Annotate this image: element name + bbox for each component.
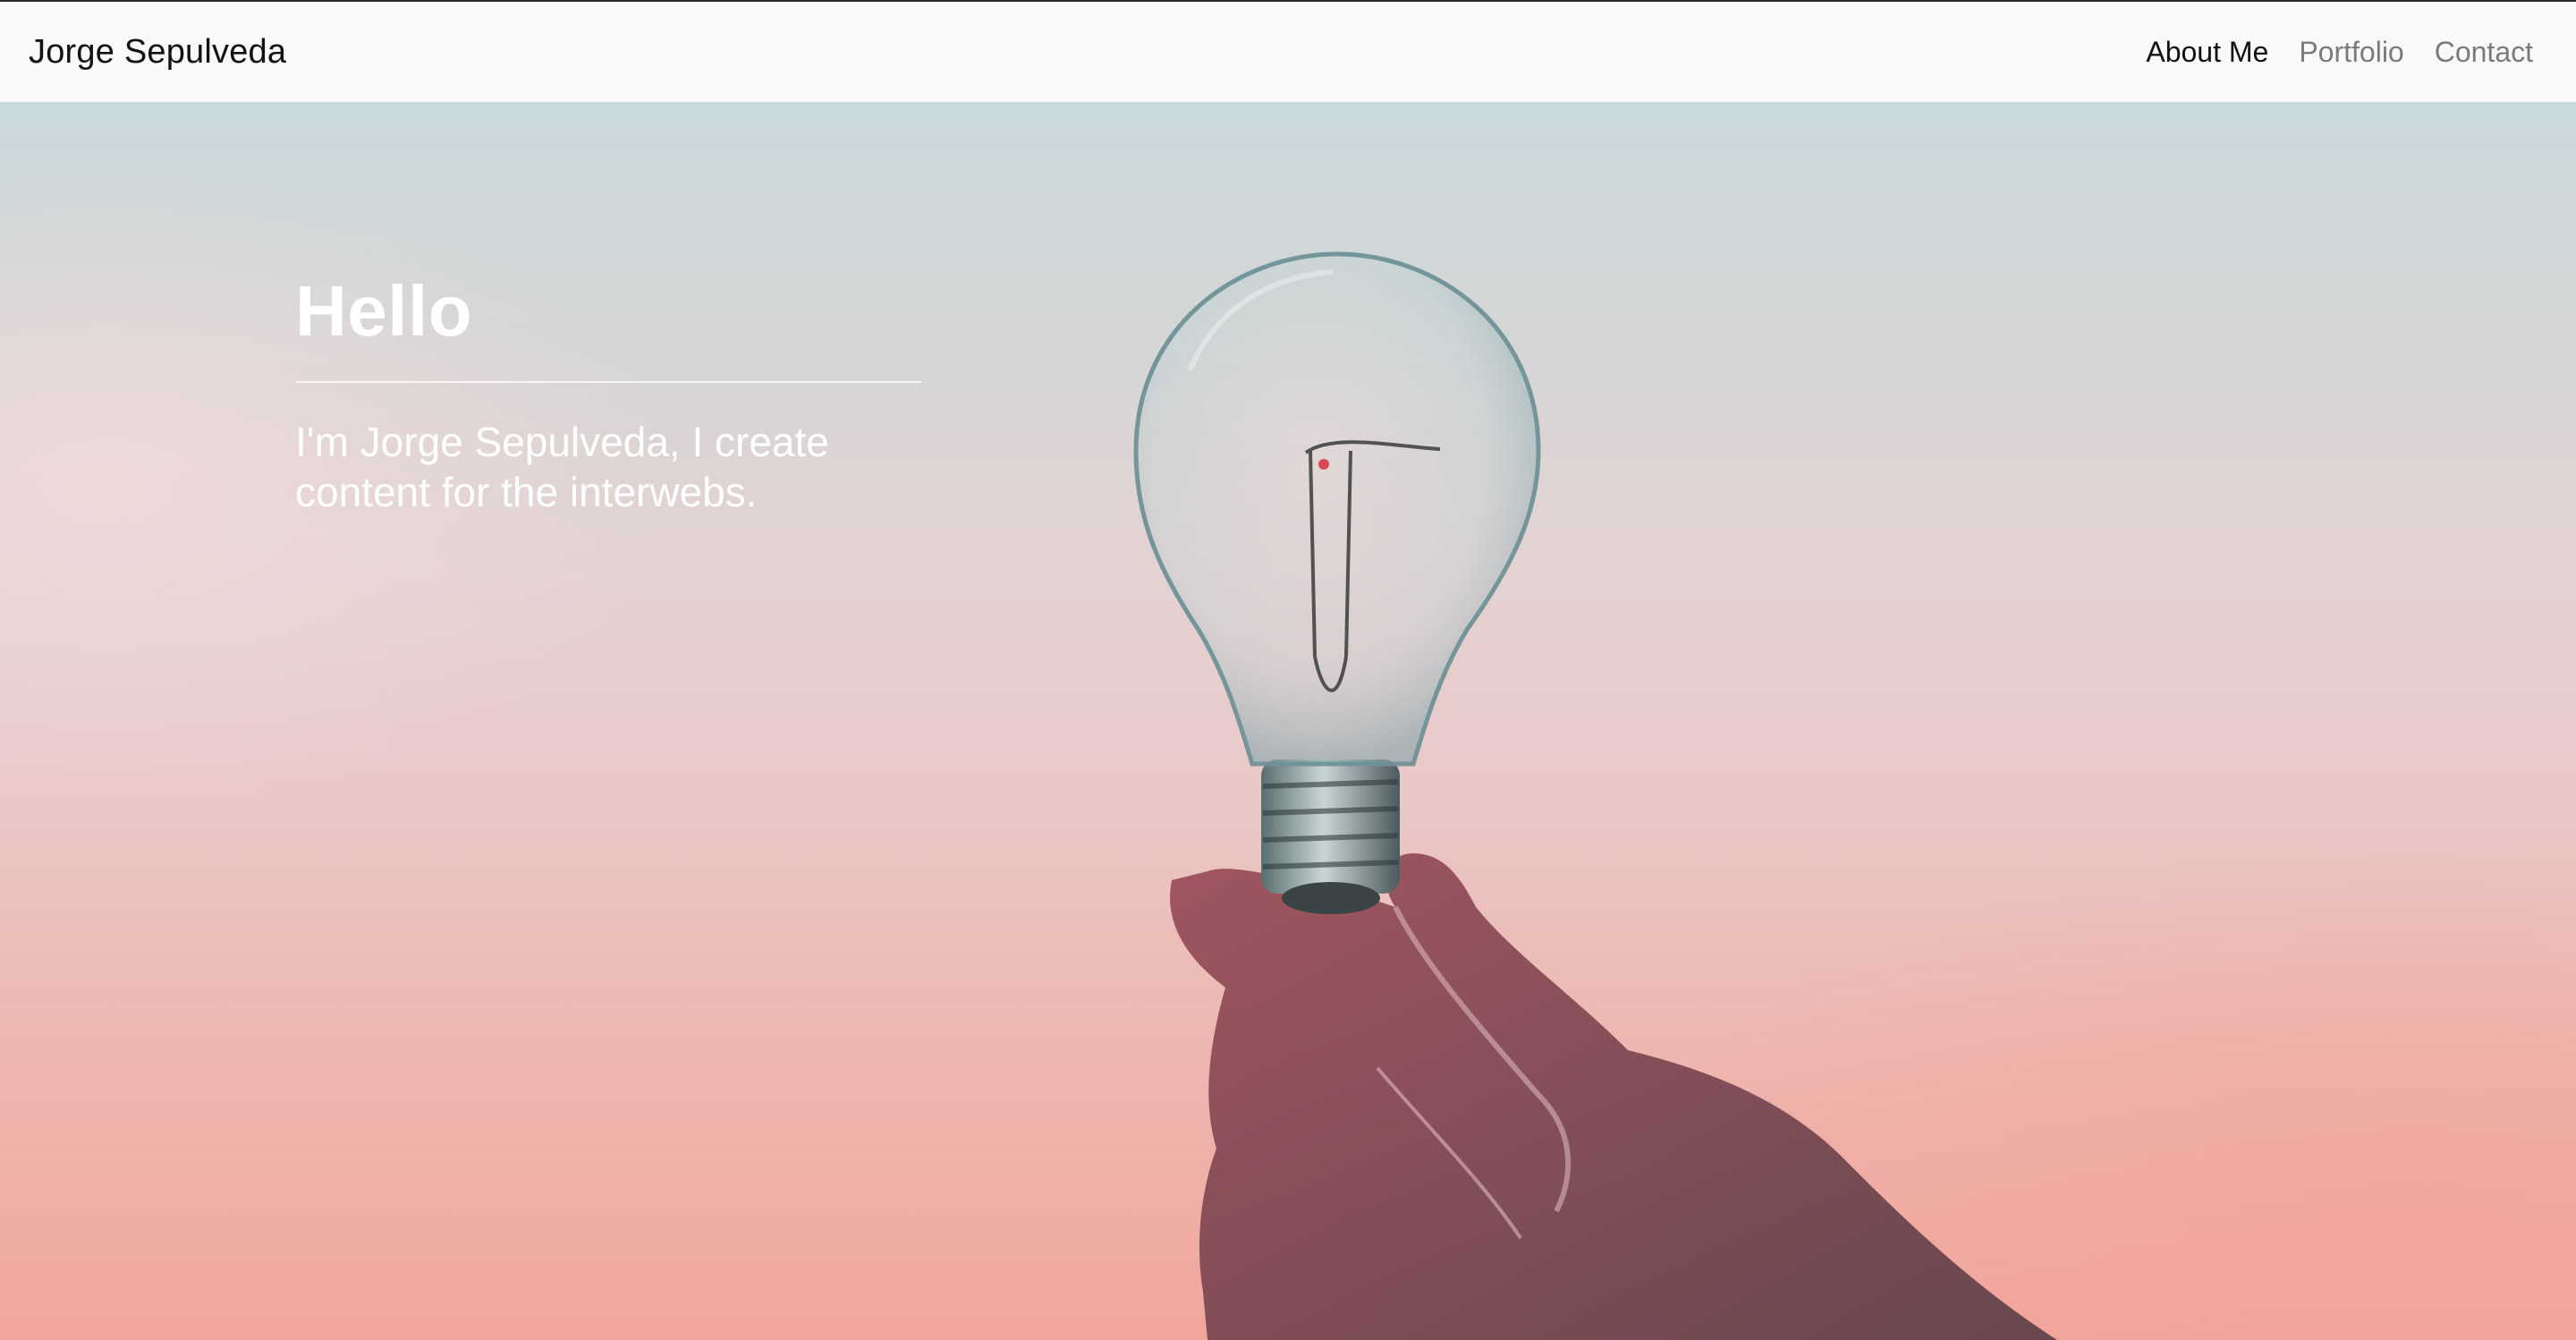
nav-link-portfolio[interactable]: Portfolio <box>2299 36 2403 69</box>
hero-title: Hello <box>295 271 473 351</box>
bulb-base <box>1261 759 1400 894</box>
hero-divider <box>295 381 921 383</box>
hero-content: Hello I'm Jorge Sepulveda, I create cont… <box>295 272 921 517</box>
brand-link[interactable]: Jorge Sepulveda <box>29 33 286 72</box>
nav-links: About Me Portfolio Contact <box>2146 36 2533 69</box>
hero-section: Hello I'm Jorge Sepulveda, I create cont… <box>0 102 2576 1340</box>
page: Jorge Sepulveda About Me Portfolio Conta… <box>0 0 2576 1340</box>
nav-link-about-me[interactable]: About Me <box>2146 36 2268 69</box>
hero-subtitle: I'm Jorge Sepulveda, I create content fo… <box>295 419 829 515</box>
nav-link-contact[interactable]: Contact <box>2435 36 2533 69</box>
navbar: Jorge Sepulveda About Me Portfolio Conta… <box>0 2 2576 102</box>
hand-shape <box>1170 853 2057 1340</box>
